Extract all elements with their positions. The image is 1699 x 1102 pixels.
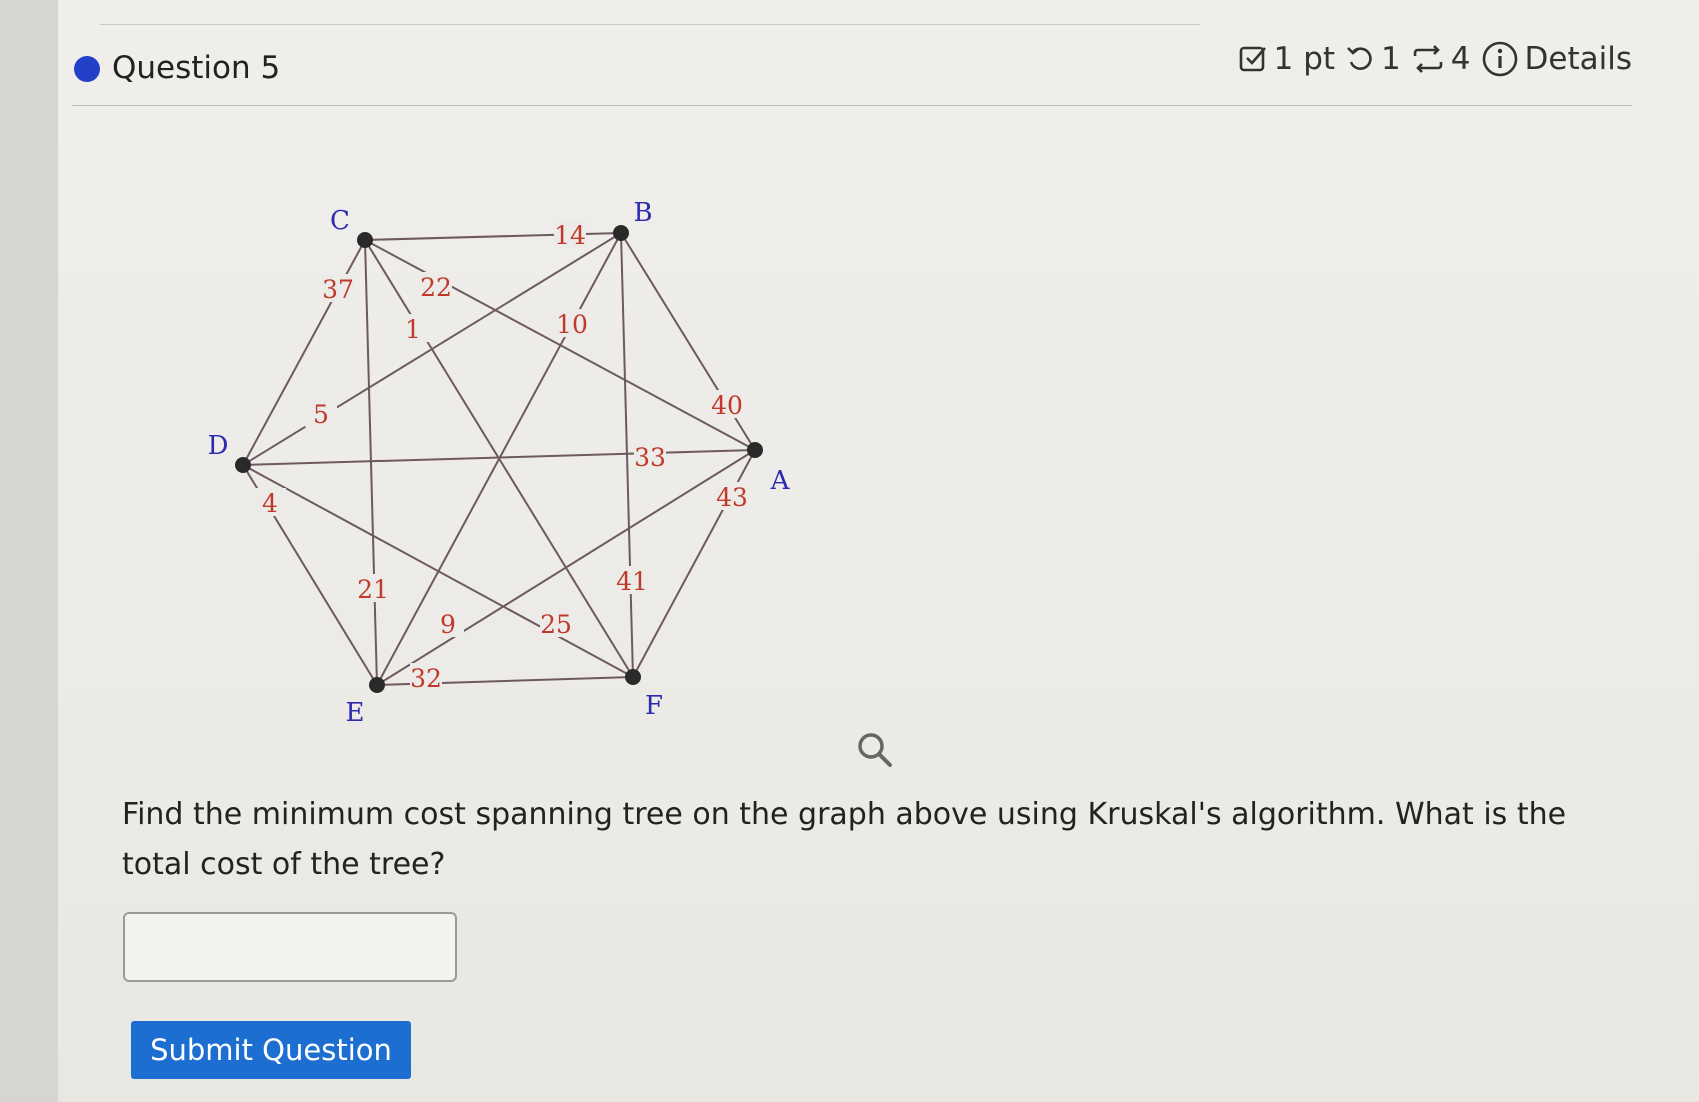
edge-weight-d-e: 4	[262, 489, 278, 518]
vertex-label-a: A	[770, 466, 791, 496]
question-prompt: Find the minimum cost spanning tree on t…	[122, 797, 1567, 882]
edge-weight-c-f: 1	[405, 315, 421, 344]
graph-edge-c-d	[242, 239, 366, 466]
graph-vertex-b	[613, 225, 629, 241]
graph-edge-d-a	[242, 449, 756, 466]
points-value: 1 pt	[1273, 41, 1336, 77]
edge-weight-c-b: 14	[554, 221, 586, 250]
top-divider	[100, 24, 1200, 25]
edge-weight-d-a: 33	[634, 443, 666, 472]
vertex-label-e: E	[346, 698, 365, 728]
vertex-label-c: C	[330, 206, 350, 236]
edge-weight-d-f: 25	[540, 610, 572, 639]
edge-weight-b-f: 41	[616, 567, 648, 596]
graph-edge-d-f	[242, 464, 634, 678]
edge-weight-b-a: 40	[711, 391, 743, 420]
edge-weight-c-d: 37	[322, 275, 354, 304]
graph-svg: 14 37 22 1 21 10 5 40 41 33 4 25 9 43 32 A B C D E F	[208, 198, 791, 728]
edge-weight-b-e: 10	[556, 310, 588, 339]
edge-weight-b-d: 5	[313, 400, 329, 429]
checkbox-icon	[1238, 44, 1268, 74]
graph-vertex-d	[235, 457, 251, 473]
graph-vertex-a	[747, 442, 763, 458]
question-title: Question 5	[112, 50, 281, 86]
info-icon	[1481, 40, 1519, 78]
retries-value: 1	[1381, 41, 1401, 77]
edge-weight-a-f: 43	[716, 483, 748, 512]
question-meta: 1 pt 1 4 Details	[1238, 40, 1632, 78]
header-divider	[72, 105, 1632, 106]
points-info: 1 pt	[1238, 41, 1335, 77]
retries-info: 1	[1345, 41, 1401, 77]
versions-icon	[1411, 44, 1445, 74]
versions-value: 4	[1450, 41, 1471, 77]
edge-weight-c-a: 22	[420, 273, 452, 302]
edge-weight-c-e: 21	[357, 575, 389, 604]
graph-vertex-c	[357, 232, 373, 248]
graph-figure: 14 37 22 1 21 10 5 40 41 33 4 25 9 43 32 A B C D E F	[180, 180, 840, 740]
retry-icon	[1345, 44, 1375, 74]
graph-edge-b-f	[620, 232, 634, 678]
answer-input[interactable]	[123, 912, 457, 982]
submit-question-button[interactable]: Submit Question	[131, 1021, 411, 1079]
versions-info: 4	[1411, 41, 1471, 77]
edge-weight-e-f: 32	[410, 664, 442, 693]
question-status-dot	[74, 56, 100, 82]
details-label: Details	[1524, 41, 1632, 77]
graph-edge-b-d	[242, 232, 622, 466]
vertex-label-d: D	[208, 431, 229, 461]
graph-vertex-f	[625, 669, 641, 685]
graph-vertex-e	[369, 677, 385, 693]
question-header: Question 5 1 pt 1 4 Details	[72, 40, 1632, 115]
details-link[interactable]: Details	[1481, 40, 1632, 78]
left-margin	[0, 0, 60, 1102]
zoom-icon[interactable]	[855, 730, 895, 774]
graph-edge-b-e	[376, 232, 622, 686]
edge-weight-e-a: 9	[440, 610, 456, 639]
graph-edge-e-a	[376, 449, 756, 686]
vertex-label-f: F	[645, 691, 663, 721]
graph-edge-c-e	[364, 239, 378, 686]
vertex-label-b: B	[633, 198, 652, 228]
